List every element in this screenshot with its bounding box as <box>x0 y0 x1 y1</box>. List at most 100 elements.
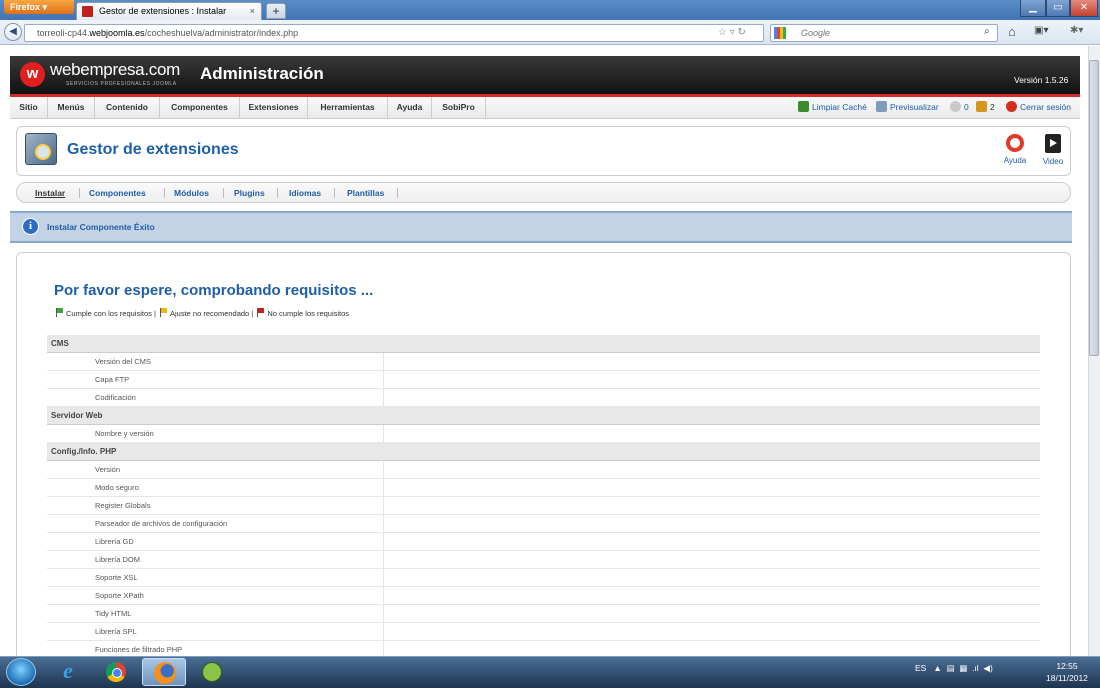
clock-time: 12:55 <box>1056 661 1078 671</box>
table-row: Soporte XSL <box>47 569 1040 587</box>
table-row: Nombre y versión <box>47 425 1040 443</box>
preview-link[interactable]: Previsualizar <box>876 97 939 118</box>
url-prefix: torreoli-cp44. <box>37 28 90 38</box>
menu-componentes[interactable]: Componentes <box>160 97 240 118</box>
url-domain: webjoomla.es <box>89 28 145 38</box>
submenu-tabs: Instalar Componentes Módulos Plugins Idi… <box>16 182 1071 203</box>
section-header-php: Config./Info. PHP <box>47 443 1040 461</box>
admin-title: Administración <box>200 64 324 83</box>
tab-componentes[interactable]: Componentes <box>89 183 146 203</box>
tab-plugins[interactable]: Plugins <box>234 183 265 203</box>
menu-ayuda[interactable]: Ayuda <box>388 97 432 118</box>
yellow-flag-icon <box>160 308 167 317</box>
menu-menus[interactable]: Menús <box>48 97 95 118</box>
start-button[interactable] <box>6 658 36 686</box>
clear-cache-link[interactable]: Limpiar Caché <box>798 97 867 118</box>
table-row: Tidy HTML <box>47 605 1040 623</box>
search-icon[interactable]: ⌕ <box>984 26 990 37</box>
clock[interactable]: 12:55 18/11/2012 <box>1046 660 1088 684</box>
lifebuoy-icon <box>1006 134 1024 152</box>
admin-menu-bar: Sitio Menús Contenido Componentes Extens… <box>10 97 1080 119</box>
message-text: Instalar Componente Éxito <box>47 222 155 232</box>
table-row: Librería SPL <box>47 623 1040 641</box>
version-label: Versión 1.5.26 <box>1014 75 1069 85</box>
table-row: Parseador de archivos de configuración <box>47 515 1040 533</box>
table-row: Versión <box>47 461 1040 479</box>
broom-icon <box>798 101 809 112</box>
tab-separator <box>397 188 398 198</box>
requirements-legend: Cumple con los requisitos | Ajuste no re… <box>54 308 349 318</box>
tab-separator <box>164 188 165 198</box>
url-path: /cocheshuelva/administrator/index.php <box>144 28 299 38</box>
home-icon[interactable]: ⌂ <box>1008 24 1016 39</box>
messages-icon <box>950 101 961 112</box>
google-icon[interactable] <box>774 27 786 39</box>
messages-link[interactable]: 0 <box>950 97 969 118</box>
scrollbar-thumb[interactable] <box>1089 60 1099 356</box>
webempresa-logo-icon: w <box>20 62 45 87</box>
table-row: Librería DOM <box>47 551 1040 569</box>
chrome-icon[interactable] <box>94 658 138 686</box>
video-button[interactable]: Video <box>1036 131 1070 169</box>
info-icon: i <box>22 218 39 235</box>
requirements-title: Por favor espere, comprobando requisitos… <box>54 282 374 299</box>
maximize-button[interactable]: ▭ <box>1046 0 1070 17</box>
browser-tab[interactable]: Gestor de extensiones : Instalar × <box>76 2 262 20</box>
bookmarks-icon[interactable]: ▣▾ <box>1034 25 1048 36</box>
new-tab-button[interactable]: + <box>266 3 286 19</box>
addons-icon[interactable]: ✱▾ <box>1070 25 1083 36</box>
url-bar[interactable]: torreoli-cp44.webjoomla.es/cocheshuelva/… <box>24 24 764 42</box>
users-icon <box>976 101 987 112</box>
green-flag-icon <box>56 308 63 317</box>
table-row: Soporte XPath <box>47 587 1040 605</box>
tab-separator <box>334 188 335 198</box>
tab-modulos[interactable]: Módulos <box>174 183 209 203</box>
extension-manager-icon <box>25 133 57 165</box>
table-row: Versión del CMS <box>47 353 1040 371</box>
tab-separator <box>79 188 80 198</box>
firefox-menu-button[interactable]: Firefox ▾ <box>4 0 74 14</box>
firefox-icon[interactable] <box>142 658 186 686</box>
menu-sitio[interactable]: Sitio <box>10 97 48 118</box>
table-row: Codificación <box>47 389 1040 407</box>
back-icon[interactable]: ◀ <box>4 23 22 41</box>
tab-separator <box>277 188 278 198</box>
menu-contenido[interactable]: Contenido <box>95 97 160 118</box>
preview-icon <box>876 101 887 112</box>
menu-extensiones[interactable]: Extensiones <box>240 97 308 118</box>
clock-date: 18/11/2012 <box>1046 673 1088 683</box>
page-title: Gestor de extensiones <box>67 141 239 158</box>
menu-herramientas[interactable]: Herramientas <box>308 97 388 118</box>
minimize-button[interactable]: ▁ <box>1020 0 1046 17</box>
logout-icon <box>1006 101 1017 112</box>
logo-subtitle: SERVICIOS PROFESIONALES JOOMLA <box>66 81 177 87</box>
help-button[interactable]: Ayuda <box>998 131 1032 169</box>
internet-explorer-icon[interactable]: e <box>46 658 90 686</box>
table-row: Librería GD <box>47 533 1040 551</box>
menu-sobipro[interactable]: SobiPro <box>432 97 486 118</box>
tab-separator <box>223 188 224 198</box>
tab-instalar[interactable]: Instalar <box>35 183 65 203</box>
table-row: Modo seguro <box>47 479 1040 497</box>
close-tab-icon[interactable]: × <box>250 3 255 20</box>
users-online[interactable]: 2 <box>976 97 995 118</box>
joomla-favicon-icon <box>82 6 93 17</box>
tab-idiomas[interactable]: Idiomas <box>289 183 321 203</box>
system-tray[interactable]: ES ▲ ▤ ▦ .ıl ◀) <box>915 663 993 674</box>
red-flag-icon <box>257 308 265 317</box>
table-row: Register Globals <box>47 497 1040 515</box>
search-input[interactable]: Google <box>770 24 998 42</box>
language-indicator[interactable]: ES <box>915 663 926 673</box>
spotify-icon[interactable] <box>190 658 234 686</box>
table-row: Capa FTP <box>47 371 1040 389</box>
section-header-cms: CMS <box>47 335 1040 353</box>
close-window-button[interactable]: ✕ <box>1070 0 1098 17</box>
logo-text: webempresa.com <box>50 60 180 79</box>
video-icon <box>1045 134 1061 153</box>
tab-title: Gestor de extensiones : Instalar <box>99 6 227 16</box>
logout-link[interactable]: Cerrar sesión <box>1006 97 1071 118</box>
star-icon[interactable]: ☆ ▿ ↻ <box>718 24 762 42</box>
section-header-web-server: Servidor Web <box>47 407 1040 425</box>
tab-plantillas[interactable]: Plantillas <box>347 183 384 203</box>
system-message <box>10 211 1072 243</box>
